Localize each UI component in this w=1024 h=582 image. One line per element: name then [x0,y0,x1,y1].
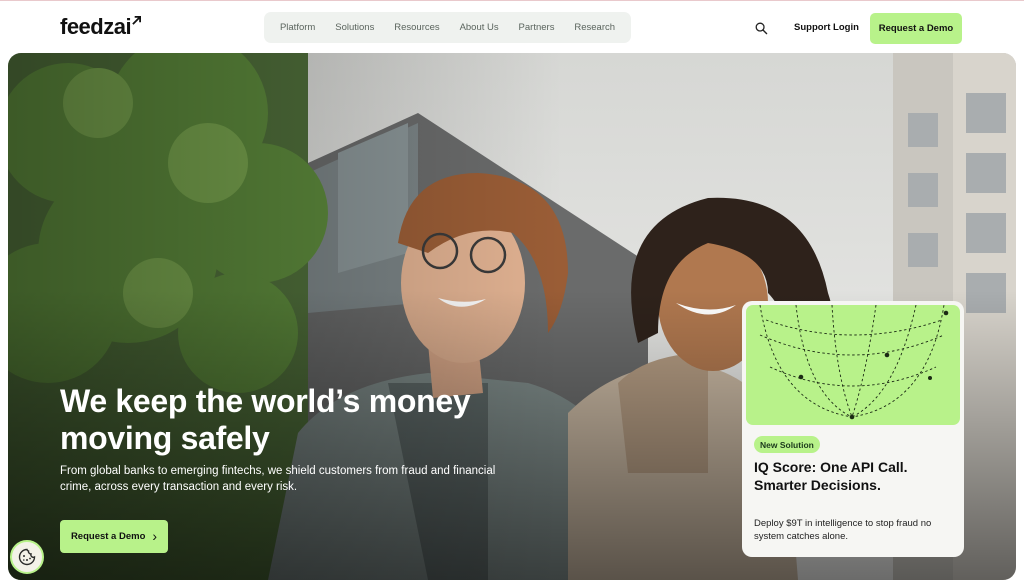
hero-section: We keep the world’s money moving safely … [8,53,1016,580]
hero-cta-label: Request a Demo [70,531,146,542]
nav-resources[interactable]: Resources [394,22,439,33]
nav-research[interactable]: Research [574,22,615,33]
nav-about-us[interactable]: About Us [460,22,499,33]
logo-arrow-icon [132,16,142,25]
hero-title: We keep the world’s money moving safely [60,383,471,456]
hero-subtitle: From global banks to emerging fintechs, … [60,465,496,493]
globe-illustration [746,305,960,425]
hero-request-demo-button[interactable]: Request a Demo › [60,520,168,553]
site-header: feedzai Platform Solutions Resources Abo… [0,1,1024,53]
globe-icon [759,305,949,420]
cookie-settings-button[interactable] [10,540,44,574]
nav-platform[interactable]: Platform [280,22,315,33]
nav-solutions[interactable]: Solutions [335,22,374,33]
main-nav: Platform Solutions Resources About Us Pa… [264,12,631,43]
card-title: IQ Score: One API Call. Smarter Decision… [754,459,908,493]
iq-score-card[interactable]: New Solution IQ Score: One API Call. Sma… [742,301,964,557]
new-solution-badge: New Solution [754,436,820,453]
cookie-icon [18,548,36,566]
search-icon[interactable] [755,22,768,35]
card-description: Deploy $9T in intelligence to stop fraud… [754,518,932,542]
request-demo-button[interactable]: Request a Demo [870,13,962,44]
chevron-right-icon: › [152,528,158,544]
logo-text: feedzai [60,14,132,39]
support-login-link[interactable]: Support Login [794,22,859,33]
feedzai-logo[interactable]: feedzai [60,14,142,40]
nav-partners[interactable]: Partners [519,22,555,33]
